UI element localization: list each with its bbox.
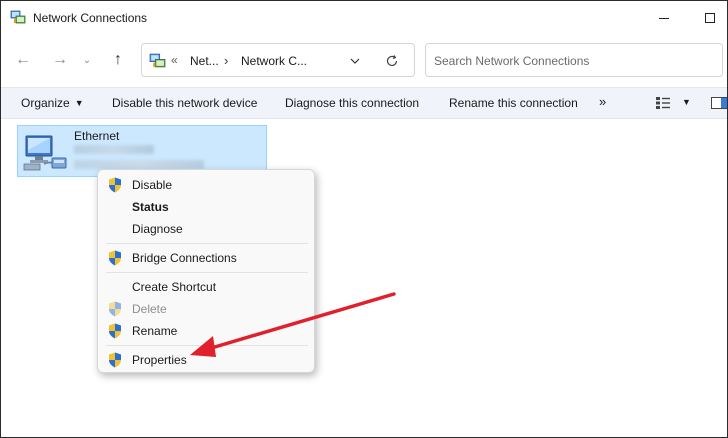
breadcrumb-segment-1[interactable]: Net... <box>190 54 219 68</box>
minimize-icon <box>659 17 669 19</box>
refresh-icon <box>386 55 398 67</box>
more-commands-button[interactable]: » <box>599 94 606 109</box>
title-bar: Network Connections <box>1 1 727 35</box>
refresh-button[interactable] <box>382 51 402 71</box>
explorer-window: Network Connections ← → ⌄ ↑ « Net... › N… <box>0 0 728 438</box>
menu-item-label: Delete <box>132 302 167 316</box>
arrow-right-icon: → <box>52 51 68 68</box>
breadcrumb-overflow[interactable]: « <box>171 53 178 67</box>
arrow-up-icon: ↑ <box>114 51 122 68</box>
menu-item-label: Diagnose <box>132 222 183 236</box>
breadcrumb-segment-2[interactable]: Network C... <box>241 54 307 68</box>
menu-item-label: Create Shortcut <box>132 280 217 294</box>
diagnose-connection-button[interactable]: Diagnose this connection <box>285 96 419 110</box>
adapter-status-blurred <box>74 145 154 154</box>
organize-button[interactable]: Organize ▼ <box>21 96 84 110</box>
rename-connection-button[interactable]: Rename this connection <box>449 96 578 110</box>
up-button[interactable]: ↑ <box>105 47 131 73</box>
menu-item-label: Properties <box>132 353 187 367</box>
menu-separator <box>106 345 308 346</box>
adapter-name: Ethernet <box>74 129 120 143</box>
menu-item-label: Bridge Connections <box>132 251 237 265</box>
menu-item-bridge-connections[interactable]: Bridge Connections <box>98 247 314 269</box>
disable-device-button[interactable]: Disable this network device <box>112 96 257 110</box>
search-box[interactable] <box>425 43 723 77</box>
preview-pane-icon[interactable] <box>711 97 727 109</box>
menu-separator <box>106 243 308 244</box>
caret-down-icon: ▼ <box>74 98 84 108</box>
network-adapter-icon <box>23 135 67 171</box>
address-row: ← → ⌄ ↑ « Net... › Network C... <box>1 39 727 81</box>
maximize-icon <box>705 13 715 23</box>
address-dropdown-button[interactable] <box>348 54 362 68</box>
menu-item-status[interactable]: Status <box>98 196 314 218</box>
uac-shield-icon <box>109 250 121 266</box>
command-bar: Organize ▼ Disable this network device Di… <box>1 87 727 119</box>
search-input[interactable] <box>434 52 714 70</box>
organize-label: Organize <box>21 96 70 110</box>
uac-shield-icon <box>109 323 121 339</box>
chevron-down-icon <box>350 58 360 64</box>
uac-shield-icon <box>109 177 121 193</box>
menu-item-label: Disable <box>132 178 173 192</box>
menu-item-delete: Delete <box>98 298 314 320</box>
minimize-button[interactable] <box>641 1 687 35</box>
menu-item-properties[interactable]: Properties <box>98 349 314 371</box>
breadcrumb-separator[interactable]: › <box>224 53 228 68</box>
network-connections-icon <box>10 10 26 24</box>
context-menu: Disable Status Diagnose Bridge Connectio… <box>97 169 315 373</box>
menu-separator <box>106 272 308 273</box>
menu-item-create-shortcut[interactable]: Create Shortcut <box>98 276 314 298</box>
forward-button[interactable]: → <box>47 47 73 73</box>
arrow-left-icon: ← <box>15 51 31 68</box>
chevron-down-icon: ⌄ <box>82 54 92 66</box>
back-button[interactable]: ← <box>10 47 36 73</box>
menu-item-label: Rename <box>132 324 178 338</box>
menu-item-disable[interactable]: Disable <box>98 174 314 196</box>
menu-item-diagnose[interactable]: Diagnose <box>98 218 314 240</box>
window-title: Network Connections <box>33 11 148 25</box>
uac-shield-icon <box>109 352 121 368</box>
network-connections-icon <box>149 53 166 68</box>
maximize-button[interactable] <box>687 1 727 35</box>
menu-item-rename[interactable]: Rename <box>98 320 314 342</box>
uac-shield-icon <box>109 301 121 317</box>
adapter-device-blurred <box>74 160 204 169</box>
recent-locations-button[interactable]: ⌄ <box>79 47 95 73</box>
view-options-dropdown[interactable]: ▼ <box>682 97 691 107</box>
menu-item-label: Status <box>132 200 169 214</box>
change-view-icon[interactable] <box>656 97 670 109</box>
address-bar[interactable]: « Net... › Network C... <box>141 43 415 77</box>
